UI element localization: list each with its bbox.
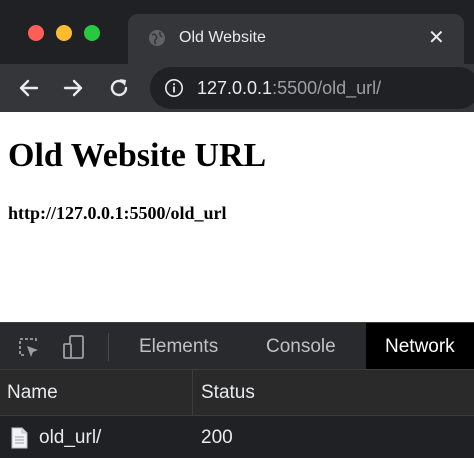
reload-icon[interactable] — [107, 76, 131, 100]
address-bar[interactable]: 127.0.0.1:5500/old_url/ — [150, 67, 474, 109]
tab-network[interactable]: Network — [366, 323, 474, 370]
url-text[interactable]: 127.0.0.1:5500/old_url/ — [197, 78, 381, 98]
column-header-status[interactable]: Status — [201, 370, 255, 416]
device-toolbar-icon[interactable] — [61, 334, 87, 360]
devtools-panel: Elements Console Network Name Status old… — [0, 322, 474, 458]
info-icon[interactable] — [164, 78, 184, 98]
table-row[interactable]: old_url/ 200 — [0, 415, 474, 458]
document-icon — [11, 427, 28, 449]
tab-close-icon[interactable]: ✕ — [428, 28, 445, 48]
browser-tab[interactable]: Old Website ✕ — [128, 14, 464, 64]
minimize-window-button[interactable] — [56, 25, 72, 41]
tab-console[interactable]: Console — [266, 323, 336, 370]
tab-title: Old Website — [179, 29, 266, 46]
inspect-element-icon[interactable] — [15, 334, 41, 360]
page-url-text: http://127.0.0.1:5500/old_url — [8, 203, 227, 223]
page-viewport: Old Website URL http://127.0.0.1:5500/ol… — [0, 112, 474, 322]
row-name: old_url/ — [39, 427, 102, 448]
browser-toolbar: 127.0.0.1:5500/old_url/ — [0, 64, 474, 112]
arrow-left-icon[interactable] — [17, 76, 41, 100]
page-heading: Old Website URL — [8, 137, 267, 174]
row-status: 200 — [201, 427, 233, 448]
browser-tab-strip: Old Website ✕ — [0, 0, 474, 64]
url-path: :5500/old_url/ — [272, 78, 382, 98]
maximize-window-button[interactable] — [84, 25, 100, 41]
close-window-button[interactable] — [28, 25, 44, 41]
globe-icon — [149, 30, 165, 46]
tab-elements[interactable]: Elements — [139, 323, 218, 370]
url-host: 127.0.0.1 — [197, 78, 273, 98]
devtools-tab-bar: Elements Console Network — [0, 322, 474, 370]
devtools-separator — [108, 333, 109, 361]
column-header-name[interactable]: Name — [7, 370, 58, 416]
arrow-right-icon[interactable] — [61, 76, 85, 100]
network-table-header: Name Status — [0, 369, 474, 415]
